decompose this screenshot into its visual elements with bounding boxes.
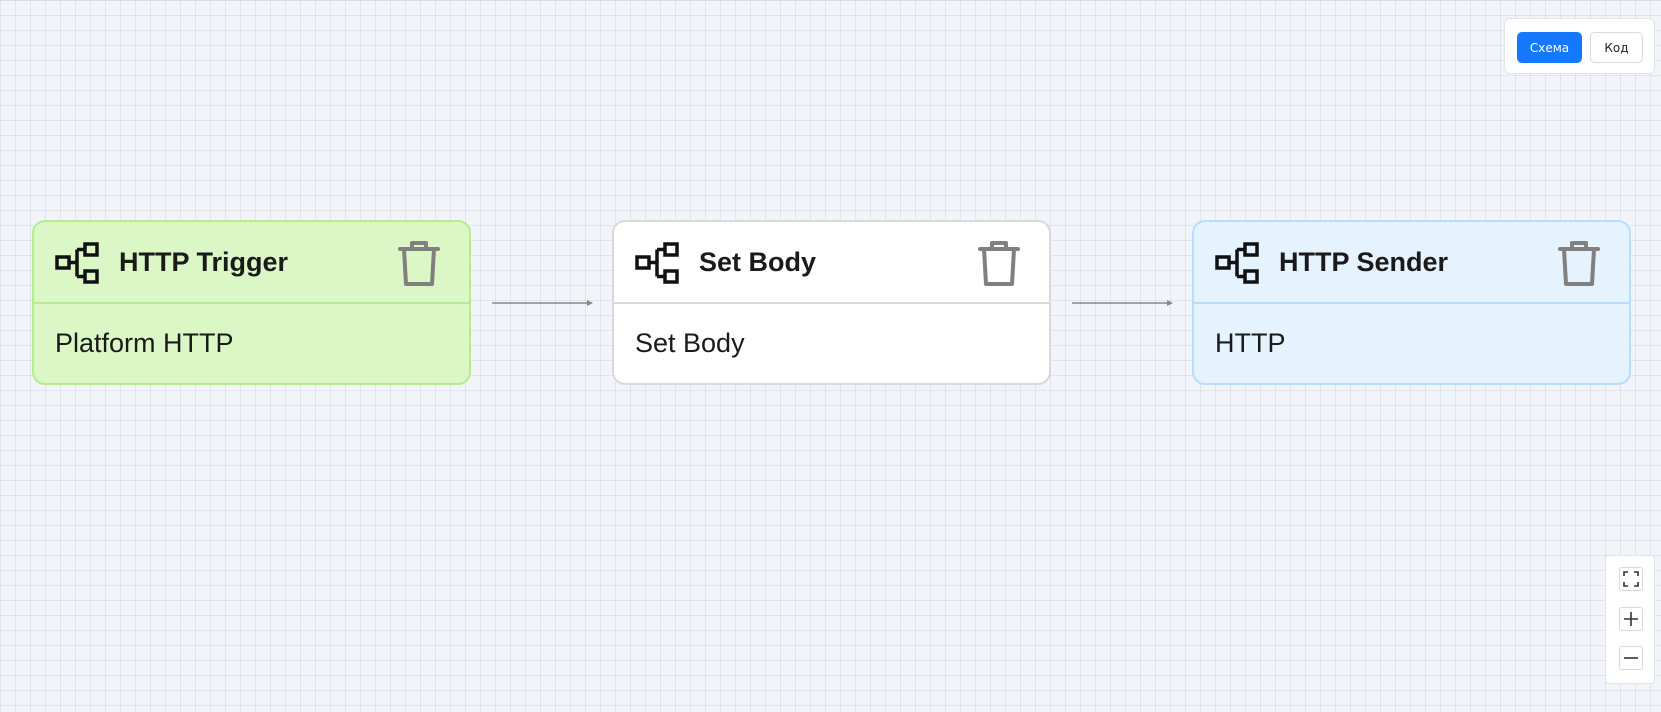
node-title: HTTP Trigger [119,247,289,277]
connection-arrow [492,300,593,306]
flow-node-icon [55,242,99,284]
node-header: HTTP Trigger [34,222,469,304]
node-title: HTTP Sender [1279,247,1449,277]
delete-icon[interactable] [398,240,440,286]
node-http-sender[interactable]: HTTP Sender HTTP [1192,220,1631,385]
zoom-out-icon [1624,657,1638,659]
node-body: HTTP [1215,328,1286,358]
node-body: Platform HTTP [55,328,234,358]
zoom-controls [1605,555,1655,684]
connection-arrow [1072,300,1173,306]
flow-node-icon [1215,242,1259,284]
node-header: HTTP Sender [1194,222,1629,304]
node-header: Set Body [614,222,1049,304]
top-border [0,0,1661,1]
node-title: Set Body [699,247,817,277]
delete-icon[interactable] [1558,240,1600,286]
flow-node-icon [635,242,679,284]
fit-view-icon [1623,571,1639,587]
schema-view-button[interactable]: Схема [1517,32,1582,63]
zoom-in-button[interactable] [1619,607,1643,631]
node-http-trigger[interactable]: HTTP Trigger Platform HTTP [32,220,471,385]
delete-icon[interactable] [978,240,1020,286]
fit-view-button[interactable] [1619,567,1643,591]
zoom-in-icon [1624,612,1638,626]
view-mode-toggle: Схема Код [1504,18,1655,74]
zoom-out-button[interactable] [1619,646,1643,670]
node-body: Set Body [635,328,745,358]
node-set-body[interactable]: Set Body Set Body [612,220,1051,385]
code-view-button[interactable]: Код [1590,32,1643,63]
